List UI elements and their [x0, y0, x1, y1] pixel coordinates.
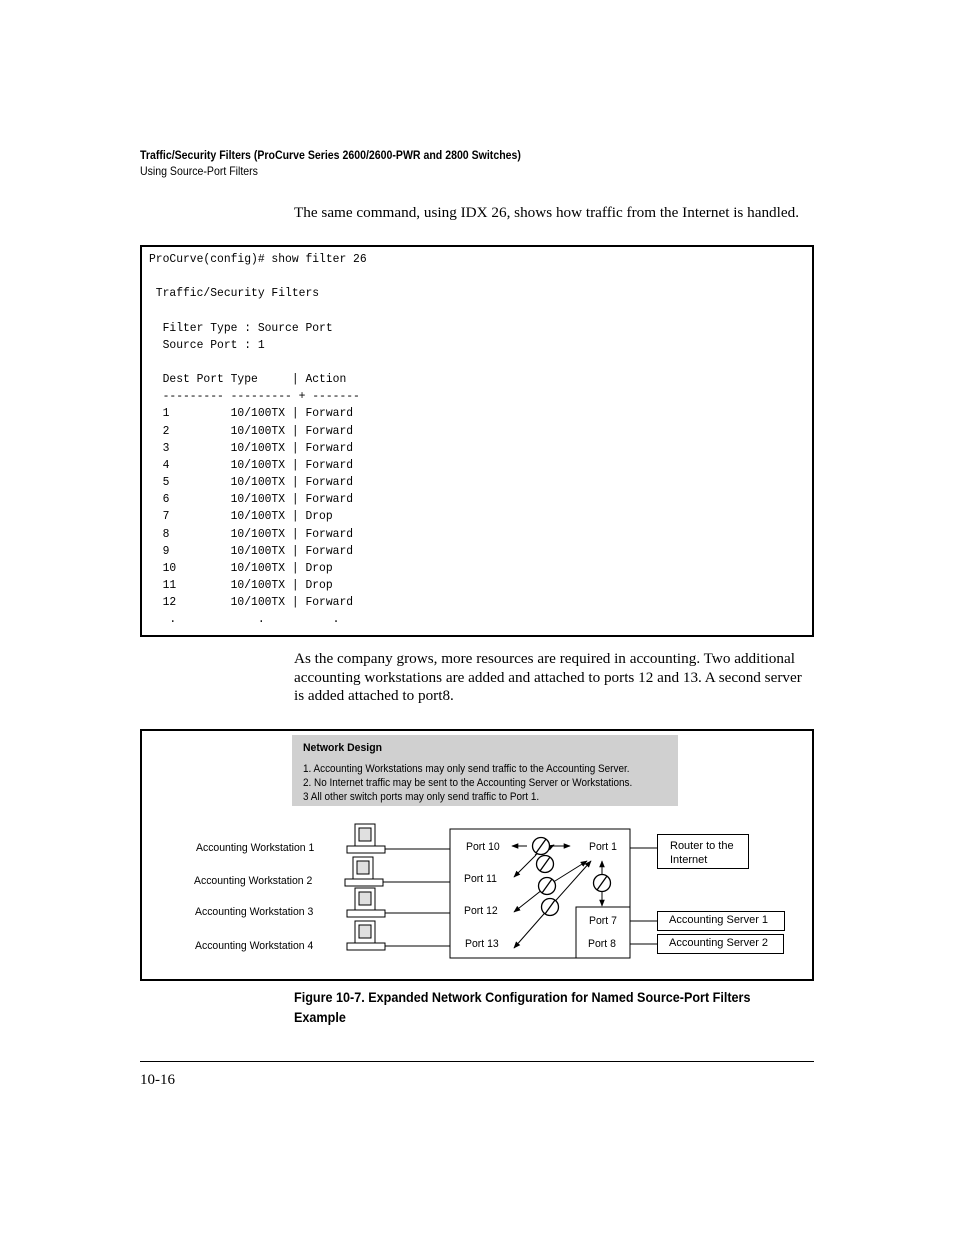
- workstation-label: Accounting Workstation 1: [196, 842, 315, 854]
- switch-port-label: Port 13: [465, 938, 499, 950]
- running-header-title: Traffic/Security Filters (ProCurve Serie…: [140, 148, 521, 162]
- network-figure: Network Design 1. Accounting Workstation…: [140, 729, 814, 981]
- cli-output-text: ProCurve(config)# show filter 26 Traffic…: [149, 252, 367, 627]
- figure-caption: Figure 10-7. Expanded Network Configurat…: [294, 989, 751, 1025]
- workstation-label: Accounting Workstation 4: [195, 940, 314, 952]
- switch-port-label: Port 10: [466, 841, 500, 853]
- running-header-subtitle: Using Source-Port Filters: [140, 164, 258, 178]
- router-box: Router to the Internet: [657, 834, 749, 869]
- intro-paragraph: The same command, using IDX 26, shows ho…: [294, 204, 800, 221]
- server-port-label: Port 8: [588, 938, 616, 950]
- growth-paragraph: As the company grows, more resources are…: [294, 650, 802, 704]
- server-box: Accounting Server 1: [657, 911, 785, 931]
- switch-port-label: Port 12: [464, 905, 498, 917]
- server-port-label: Port 7: [589, 915, 617, 927]
- workstation-label: Accounting Workstation 2: [194, 875, 313, 887]
- workstation-icon: [346, 823, 386, 854]
- router-label-line: Router to the: [670, 840, 734, 852]
- server-box: Accounting Server 2: [657, 934, 784, 954]
- page-number: 10-16: [140, 1072, 175, 1088]
- workstation-icon: [346, 887, 386, 918]
- router-label-line: Internet: [670, 854, 708, 866]
- workstation-label: Accounting Workstation 3: [195, 906, 314, 918]
- workstation-icon: [344, 856, 384, 887]
- uplink-port-label: Port 1: [589, 841, 617, 853]
- footer-rule: [140, 1061, 814, 1062]
- cli-output-box: ProCurve(config)# show filter 26 Traffic…: [140, 245, 814, 637]
- switch-port-label: Port 11: [464, 873, 497, 885]
- workstation-icon: [346, 920, 386, 951]
